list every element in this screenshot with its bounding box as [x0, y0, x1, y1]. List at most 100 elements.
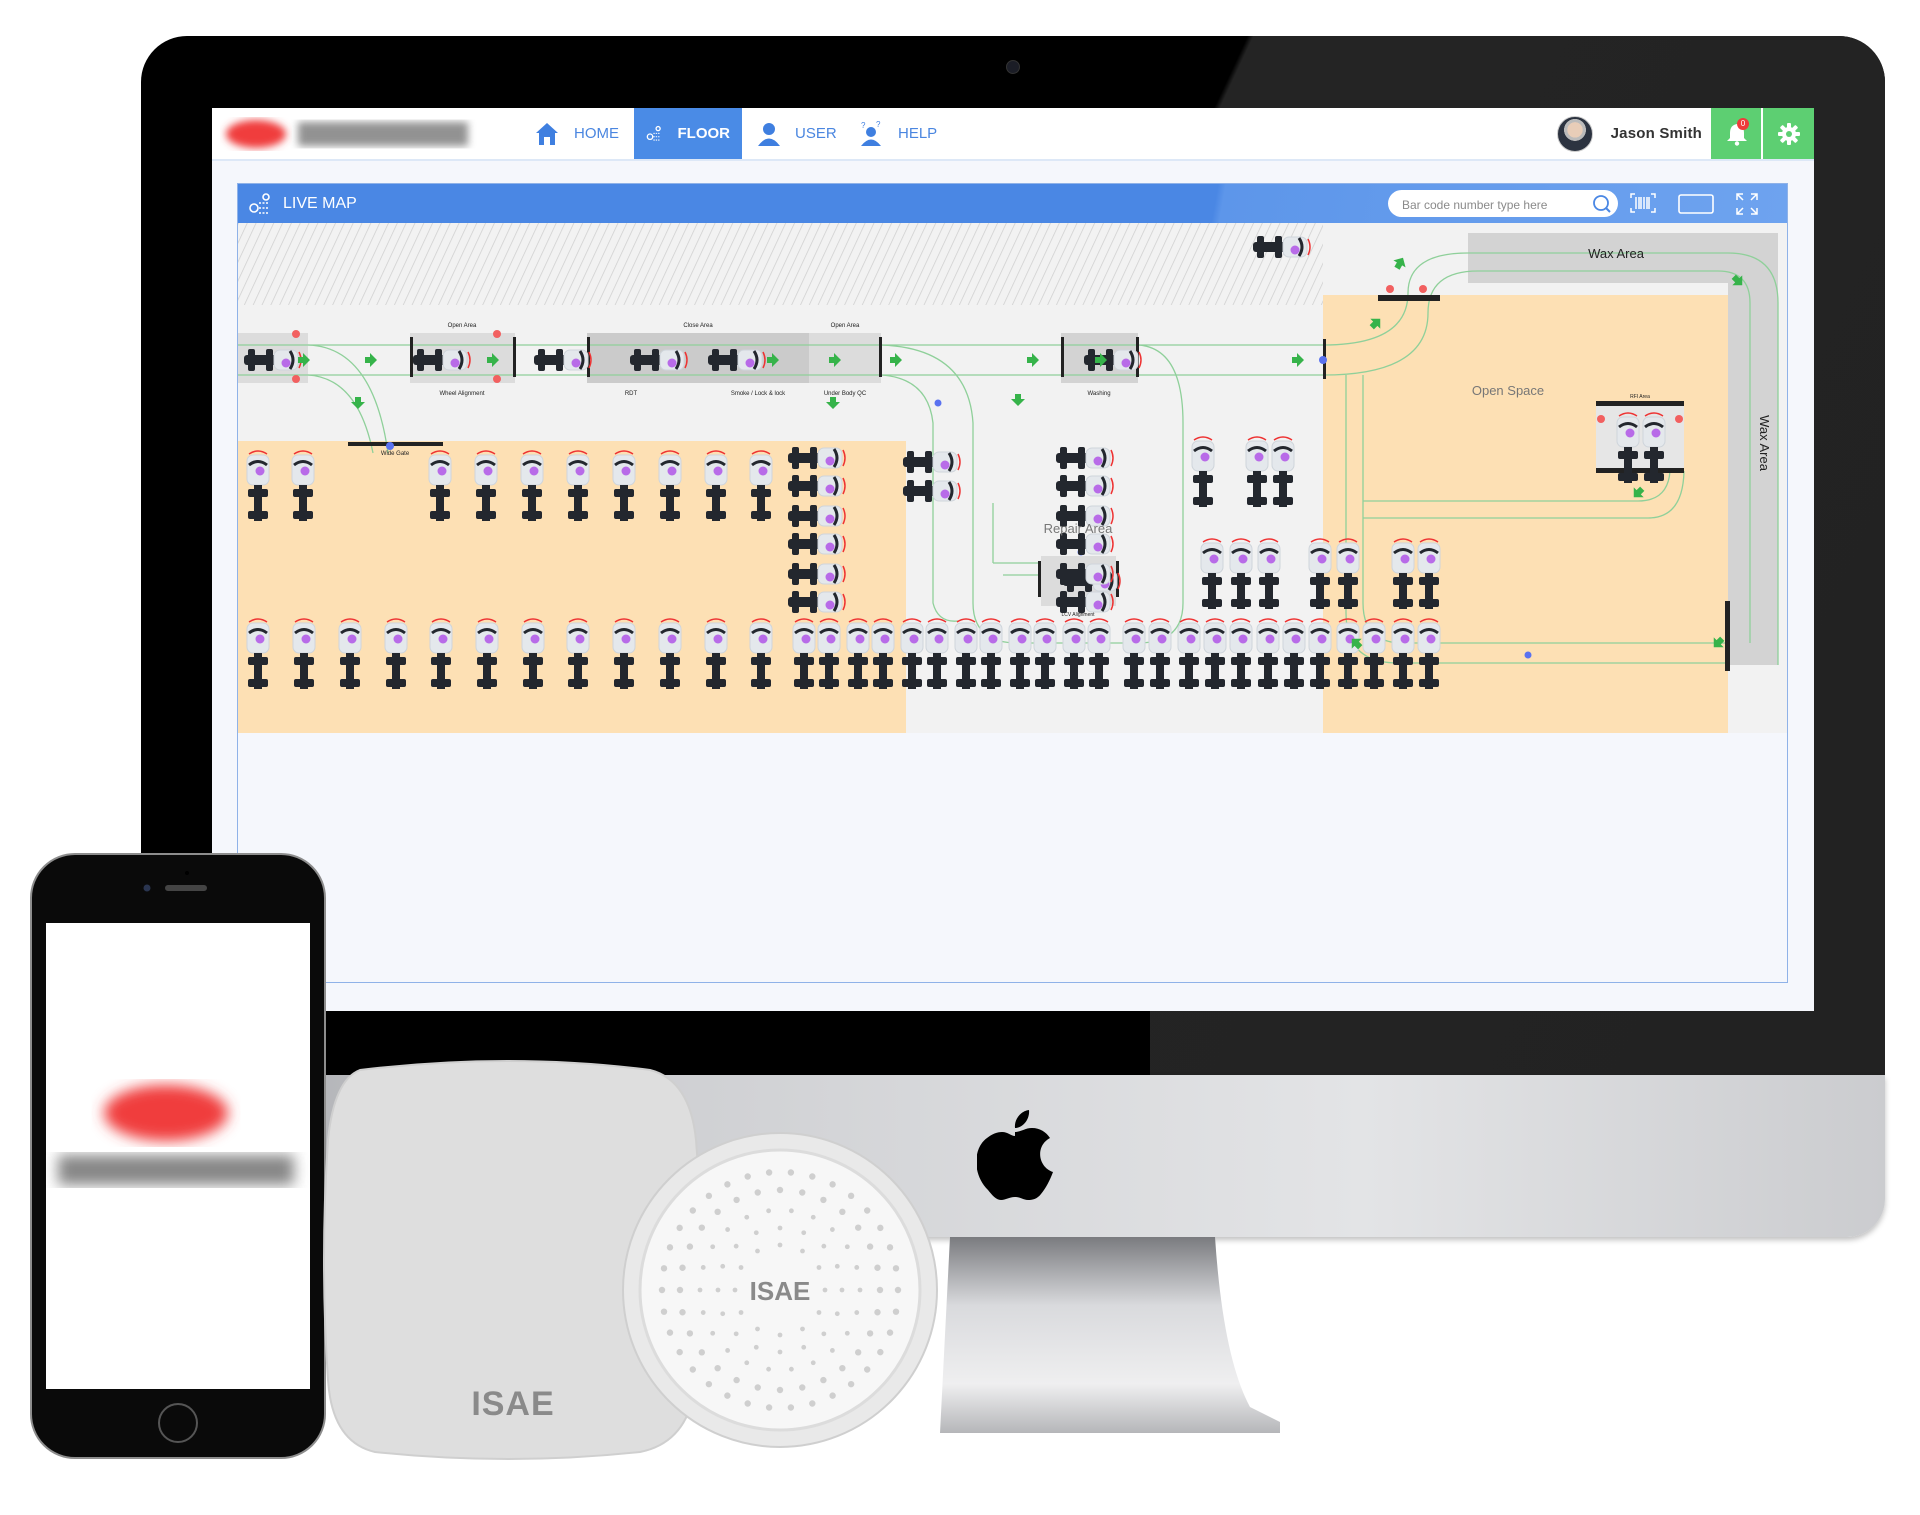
notification-badge: 0	[1737, 118, 1749, 130]
vehicle[interactable]	[1251, 234, 1312, 260]
station-rfi-area[interactable]	[1596, 401, 1684, 471]
blurred-company-logo	[104, 1085, 228, 1141]
barcode-icon[interactable]	[1630, 193, 1656, 213]
speaker-hole	[844, 1244, 850, 1250]
vehicle[interactable]	[1054, 473, 1115, 499]
speaker-hole	[799, 1189, 806, 1196]
nav-home-label: HOME	[574, 125, 619, 142]
vehicle[interactable]	[786, 445, 847, 471]
settings-button[interactable]	[1761, 108, 1814, 159]
speaker-hole	[725, 1348, 731, 1353]
speaker-hole	[839, 1364, 846, 1372]
vehicle[interactable]	[532, 347, 593, 373]
speaker-hole	[894, 1286, 902, 1294]
vehicle[interactable]	[1054, 561, 1115, 587]
label-wax-area-side: Wax Area	[1757, 415, 1772, 472]
vehicle[interactable]	[786, 561, 847, 587]
speaker-hole	[877, 1224, 884, 1232]
floor-map-icon	[249, 193, 270, 214]
speaker-hole	[776, 1186, 784, 1194]
vehicle[interactable]	[628, 347, 689, 373]
vehicle[interactable]	[786, 503, 847, 529]
vehicle[interactable]	[1082, 347, 1143, 373]
speaker-hole	[755, 1248, 760, 1254]
speaker-hole	[801, 1344, 807, 1350]
apple-logo-icon	[977, 1110, 1053, 1200]
speaker-hole	[765, 1404, 773, 1411]
speaker-hole	[866, 1330, 874, 1337]
vehicle[interactable]	[1054, 445, 1115, 471]
speaker-hole	[714, 1208, 721, 1216]
vehicle[interactable]	[786, 473, 847, 499]
speaker-hole	[810, 1360, 816, 1366]
notifications-button[interactable]: 0	[1711, 108, 1762, 159]
user-profile[interactable]: Jason Smith	[1556, 108, 1702, 159]
brand-logo[interactable]	[218, 116, 488, 152]
vehicle[interactable]	[242, 347, 303, 373]
vehicle[interactable]	[706, 347, 767, 373]
speaker-hole	[788, 1208, 794, 1214]
speaker-hole	[698, 1224, 706, 1231]
speaker-hole	[686, 1330, 694, 1337]
vehicle[interactable]	[901, 478, 962, 504]
speaker-hole	[705, 1192, 713, 1200]
speaker-hole	[834, 1311, 840, 1317]
speaker-hole	[799, 1384, 806, 1391]
speaker-hole	[744, 1173, 751, 1180]
label-rfi-area: RFI Area	[1630, 394, 1650, 400]
speaker-hole	[854, 1310, 860, 1315]
label-open-space: Open Space	[1472, 383, 1544, 398]
speaker-hole	[816, 1265, 822, 1270]
speaker-hole	[733, 1243, 739, 1249]
speaker-hole	[866, 1243, 874, 1250]
live-map-title: LIVE MAP	[283, 195, 357, 212]
speaker-hole	[733, 1376, 740, 1384]
speaker-hole	[777, 1225, 783, 1231]
label-open-area-2: Open Area	[831, 323, 860, 329]
speaker-hole	[679, 1264, 686, 1271]
nav-home[interactable]: HOME	[524, 108, 629, 159]
vehicle[interactable]	[786, 531, 847, 557]
nav-help[interactable]: ?? HELP	[848, 108, 947, 159]
nav-floor[interactable]: FLOOR	[634, 108, 742, 159]
speaker-hole	[829, 1227, 835, 1232]
speaker-hole	[877, 1348, 884, 1356]
search-icon[interactable]	[1592, 194, 1612, 214]
speaker-hole	[886, 1329, 894, 1336]
nav-user-label: USER	[795, 125, 837, 142]
speaker-hole	[720, 1311, 726, 1317]
expand-icon[interactable]	[1735, 192, 1759, 216]
barcode-search-input[interactable]	[1400, 190, 1584, 219]
screen-mode-icon[interactable]	[1678, 194, 1714, 214]
monitor-stand	[940, 1237, 1280, 1433]
speaker-hole	[821, 1331, 827, 1337]
speaker-hole	[700, 1265, 706, 1270]
vehicle[interactable]	[411, 347, 472, 373]
speaker-hole	[801, 1230, 807, 1236]
speaker-hole	[821, 1243, 827, 1249]
vehicle[interactable]	[1054, 531, 1115, 557]
speaker-hole	[666, 1329, 674, 1336]
vehicle[interactable]	[1054, 589, 1115, 615]
avatar[interactable]	[1556, 115, 1593, 152]
speaker-hole	[809, 1173, 816, 1180]
label-under-body: Under Body QC	[824, 391, 867, 397]
speaker-hole	[676, 1224, 683, 1232]
speaker-hole	[689, 1207, 696, 1214]
floor-map-icon	[646, 125, 661, 141]
svg-text:?: ?	[861, 121, 866, 130]
label-wax-area-top: Wax Area	[1588, 246, 1645, 261]
vehicle[interactable]	[786, 589, 847, 615]
floor-map-canvas[interactable]: Open Area Wheel Alignment Close Area RDT…	[238, 223, 1787, 733]
speaker-hole	[810, 1214, 816, 1220]
speaker-hole	[724, 1392, 731, 1399]
speaker-hole	[857, 1287, 863, 1293]
label-wheel-alignment: Wheel Alignment	[439, 391, 484, 397]
nav-user[interactable]: USER	[747, 108, 847, 159]
vehicle[interactable]	[901, 449, 962, 475]
speaker-hole	[777, 1242, 783, 1248]
speaker-hole	[676, 1348, 683, 1356]
live-map-header: LIVE MAP	[238, 184, 1787, 223]
label-close-area: Close Area	[683, 323, 713, 329]
barcode-search[interactable]	[1388, 190, 1618, 219]
